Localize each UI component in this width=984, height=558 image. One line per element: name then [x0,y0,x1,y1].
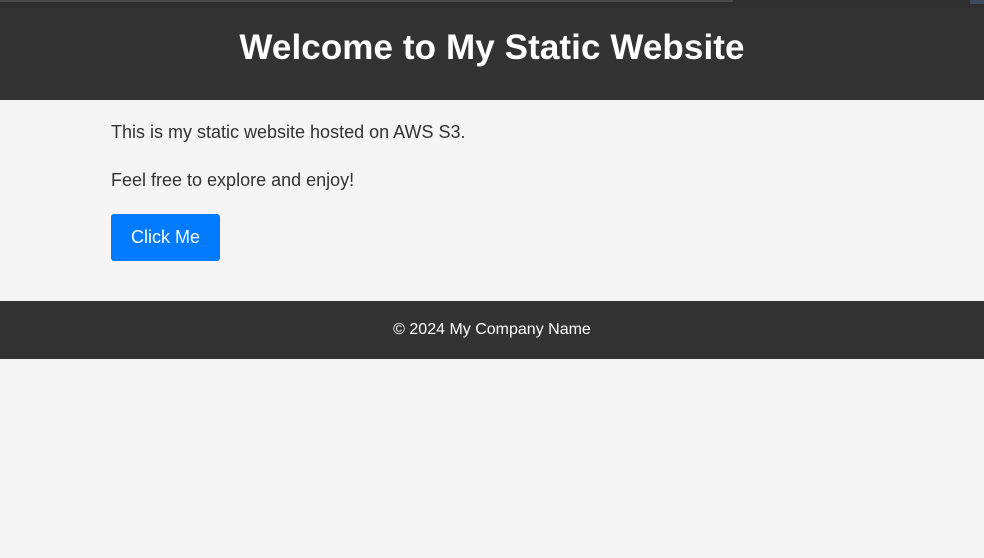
intro-paragraph: This is my static website hosted on AWS … [111,122,466,142]
scroll-indicator [970,0,984,4]
click-me-button[interactable]: Click Me [111,214,220,261]
site-footer: © 2024 My Company Name [0,301,984,359]
copyright-text: © 2024 My Company Name [393,321,591,338]
explore-paragraph: Feel free to explore and enjoy! [111,170,355,190]
browser-top-strip [0,0,984,8]
page-title: Welcome to My Static Website [239,28,745,67]
horizontal-scrollbar[interactable] [0,0,733,2]
site-header: Welcome to My Static Website [0,8,984,100]
